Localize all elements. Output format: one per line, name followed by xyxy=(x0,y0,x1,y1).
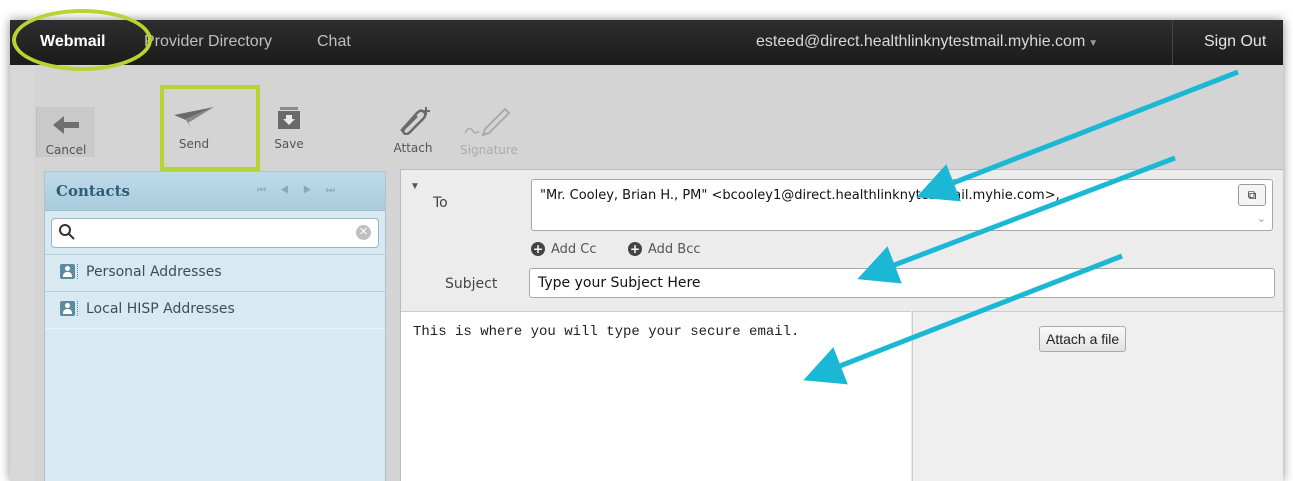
contact-group-label: Local HISP Addresses xyxy=(86,301,235,317)
to-label: To xyxy=(433,195,448,211)
user-email: esteed@direct.healthlinknytestmail.myhie… xyxy=(756,33,1086,50)
plus-circle-icon: + xyxy=(531,242,545,256)
attach-button[interactable]: Attach xyxy=(388,105,438,155)
user-account-menu[interactable]: esteed@direct.healthlinknytestmail.myhie… xyxy=(756,33,1098,51)
message-body[interactable]: This is where you will type your secure … xyxy=(401,311,911,481)
webmail-highlight-ellipse xyxy=(12,9,152,71)
signature-label: Signature xyxy=(460,143,518,157)
contact-card-icon xyxy=(60,301,75,316)
search-input[interactable] xyxy=(80,223,354,243)
save-button[interactable]: Save xyxy=(264,105,314,151)
contact-card-icon-bar xyxy=(77,301,80,316)
last-page-icon[interactable]: ⏭ xyxy=(326,185,349,196)
contact-group-personal[interactable]: Personal Addresses xyxy=(45,254,385,292)
nav-chat[interactable]: Chat xyxy=(317,33,351,51)
sign-out-link[interactable]: Sign Out xyxy=(1204,33,1266,51)
contacts-title: Contacts xyxy=(56,182,131,200)
attachments-pane: Attach a file xyxy=(912,311,1283,481)
add-cc-link[interactable]: + Add Cc xyxy=(531,242,597,257)
subject-field[interactable]: Type your Subject Here xyxy=(529,268,1275,298)
contacts-search: ✕ xyxy=(51,218,379,248)
attach-file-button[interactable]: Attach a file xyxy=(1039,326,1127,352)
contacts-panel: Contacts ⏮◀▶⏭ ✕ Personal Addresses Local… xyxy=(44,171,386,481)
contact-card-icon xyxy=(60,264,75,279)
popout-icon[interactable]: ⧉ xyxy=(1238,184,1266,206)
paperclip-icon xyxy=(400,107,430,136)
clear-icon[interactable]: ✕ xyxy=(356,225,371,240)
contact-group-label: Personal Addresses xyxy=(86,264,222,280)
to-field[interactable]: "Mr. Cooley, Brian H., PM" <bcooley1@dir… xyxy=(531,179,1273,231)
save-tray-icon xyxy=(278,107,300,129)
back-arrow-icon xyxy=(53,116,79,134)
contact-group-local-hisp[interactable]: Local HISP Addresses xyxy=(45,291,385,329)
search-icon xyxy=(59,224,75,240)
add-bcc-link[interactable]: + Add Bcc xyxy=(628,242,701,257)
message-body-text: This is where you will type your secure … xyxy=(413,324,800,340)
compose-form: ▼ To "Mr. Cooley, Brian H., PM" <bcooley… xyxy=(400,169,1283,481)
cancel-button[interactable]: Cancel xyxy=(36,107,95,157)
contacts-header: Contacts ⏮◀▶⏭ xyxy=(45,172,385,211)
add-cc-label: Add Cc xyxy=(551,242,597,257)
pen-icon xyxy=(464,107,511,137)
prev-page-icon[interactable]: ◀ xyxy=(280,185,303,196)
save-label: Save xyxy=(274,137,304,151)
add-bcc-label: Add Bcc xyxy=(648,242,701,257)
contacts-pager: ⏮◀▶⏭ xyxy=(257,185,349,196)
first-page-icon[interactable]: ⏮ xyxy=(257,185,280,196)
send-highlight-box xyxy=(160,85,260,171)
chevron-down-icon: ▼ xyxy=(1088,38,1099,49)
chevron-down-icon[interactable]: ⌄ xyxy=(1257,212,1266,225)
next-page-icon[interactable]: ▶ xyxy=(303,185,326,196)
nav-provider-directory[interactable]: Provider Directory xyxy=(144,33,272,51)
contact-card-icon-bar xyxy=(77,264,80,279)
to-recipient[interactable]: "Mr. Cooley, Brian H., PM" <bcooley1@dir… xyxy=(540,188,1060,203)
top-nav: Webmail Provider Directory Chat esteed@d… xyxy=(10,20,1283,65)
subject-label: Subject xyxy=(445,276,498,292)
nav-divider xyxy=(1172,20,1173,65)
plus-circle-icon: + xyxy=(628,242,642,256)
subject-value: Type your Subject Here xyxy=(538,275,701,291)
signature-button[interactable]: Signature xyxy=(449,105,529,157)
cancel-label: Cancel xyxy=(45,143,87,157)
collapse-triangle-icon[interactable]: ▼ xyxy=(410,181,420,192)
attach-label: Attach xyxy=(393,141,433,155)
